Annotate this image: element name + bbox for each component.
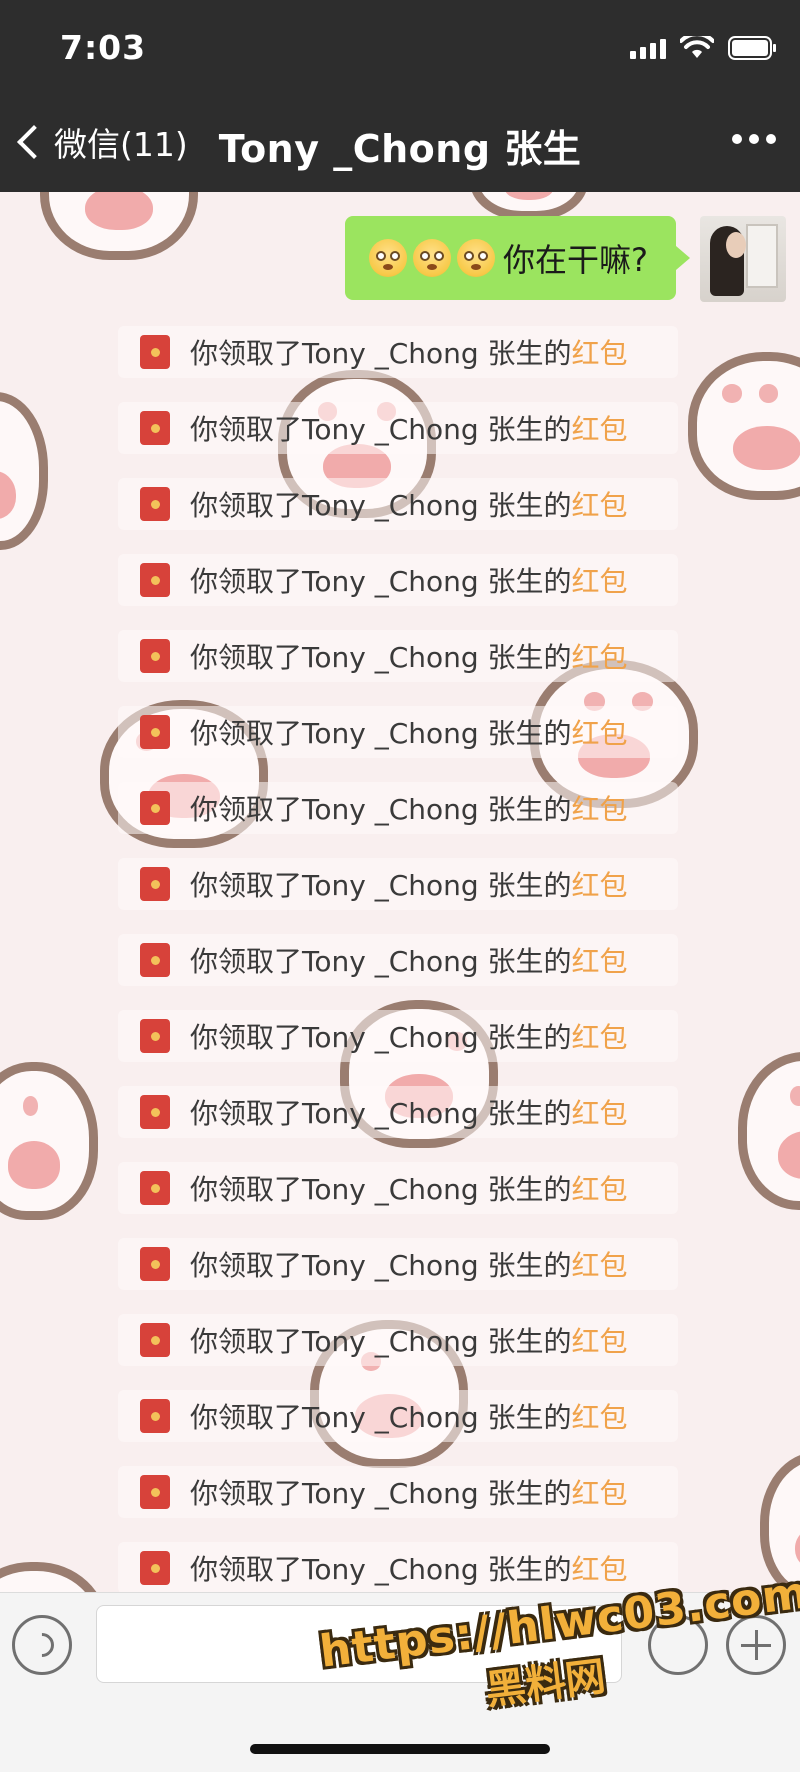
red-packet-icon xyxy=(140,411,170,445)
red-packet-link[interactable]: 红包 xyxy=(572,1548,628,1588)
red-packet-icon xyxy=(140,1551,170,1585)
notice-text: 你领取了Tony _Chong 张生的 xyxy=(190,1477,572,1510)
notice-text: 你领取了Tony _Chong 张生的 xyxy=(190,1021,572,1054)
more-options-icon[interactable] xyxy=(732,134,776,144)
voice-icon xyxy=(25,1628,59,1662)
home-indicator xyxy=(250,1744,550,1754)
wifi-icon xyxy=(680,36,714,60)
red-packet-link[interactable]: 红包 xyxy=(572,1244,628,1284)
notice-text: 你领取了Tony _Chong 张生的 xyxy=(190,565,572,598)
dizzy-face-emoji-icon xyxy=(457,239,495,277)
red-packet-icon xyxy=(140,1399,170,1433)
notice-text: 你领取了Tony _Chong 张生的 xyxy=(190,869,572,902)
red-packet-notice: 你领取了Tony _Chong 张生的 红包 xyxy=(118,554,678,606)
notice-text: 你领取了Tony _Chong 张生的 xyxy=(190,1249,572,1282)
red-packet-link[interactable]: 红包 xyxy=(572,1016,628,1056)
red-packet-link[interactable]: 红包 xyxy=(572,332,628,372)
red-packet-notice: 你领取了Tony _Chong 张生的 红包 xyxy=(118,934,678,986)
paw-wallpaper-icon xyxy=(0,1062,98,1220)
voice-input-button[interactable] xyxy=(12,1615,72,1675)
chat-area[interactable]: 你在干嘛? 你领取了Tony _Chong 张生的 红包 你领取了Tony _Ch… xyxy=(0,192,800,1592)
red-packet-icon xyxy=(140,867,170,901)
red-packet-icon xyxy=(140,563,170,597)
message-text: 你在干嘛? xyxy=(503,241,648,279)
red-packet-icon xyxy=(140,1247,170,1281)
red-packet-notice: 你领取了Tony _Chong 张生的 红包 xyxy=(118,1086,678,1138)
sent-message-row: 你在干嘛? xyxy=(345,216,786,302)
message-bubble[interactable]: 你在干嘛? xyxy=(345,216,690,300)
red-packet-notice: 你领取了Tony _Chong 张生的 红包 xyxy=(118,782,678,834)
red-packet-link[interactable]: 红包 xyxy=(572,940,628,980)
notice-text: 你领取了Tony _Chong 张生的 xyxy=(190,1325,572,1358)
wechat-chat-screen: 7:03 微信(11) Tony _Chong 张生 你在干嘛? 你领取了Ton… xyxy=(0,0,800,1772)
red-packet-link[interactable]: 红包 xyxy=(572,1396,628,1436)
notice-text: 你领取了Tony _Chong 张生的 xyxy=(190,413,572,446)
paw-wallpaper-icon xyxy=(760,1452,800,1592)
notice-text: 你领取了Tony _Chong 张生的 xyxy=(190,337,572,370)
red-packet-link[interactable]: 红包 xyxy=(572,1472,628,1512)
notice-text: 你领取了Tony _Chong 张生的 xyxy=(190,1173,572,1206)
red-packet-notice: 你领取了Tony _Chong 张生的 红包 xyxy=(118,1466,678,1518)
notice-text: 你领取了Tony _Chong 张生的 xyxy=(190,489,572,522)
notice-text: 你领取了Tony _Chong 张生的 xyxy=(190,1097,572,1130)
red-packet-link[interactable]: 红包 xyxy=(572,1168,628,1208)
status-icons xyxy=(630,36,778,60)
message-input[interactable] xyxy=(96,1605,622,1683)
notice-text: 你领取了Tony _Chong 张生的 xyxy=(190,1553,572,1586)
paw-wallpaper-icon xyxy=(0,1562,108,1592)
red-packet-icon xyxy=(140,943,170,977)
notice-text: 你领取了Tony _Chong 张生的 xyxy=(190,793,572,826)
input-bar xyxy=(0,1592,800,1772)
red-packet-icon xyxy=(140,1171,170,1205)
red-packet-link[interactable]: 红包 xyxy=(572,484,628,524)
red-packet-link[interactable]: 红包 xyxy=(572,1320,628,1360)
emoji-button[interactable] xyxy=(648,1615,708,1675)
notice-text: 你领取了Tony _Chong 张生的 xyxy=(190,717,572,750)
red-packet-icon xyxy=(140,1475,170,1509)
red-packet-notice: 你领取了Tony _Chong 张生的 红包 xyxy=(118,402,678,454)
red-packet-link[interactable]: 红包 xyxy=(572,408,628,448)
paw-wallpaper-icon xyxy=(40,192,198,260)
user-avatar[interactable] xyxy=(700,216,786,302)
battery-icon xyxy=(728,36,778,60)
red-packet-notice: 你领取了Tony _Chong 张生的 红包 xyxy=(118,1162,678,1214)
red-packet-notice: 你领取了Tony _Chong 张生的 红包 xyxy=(118,326,678,378)
red-packet-link[interactable]: 红包 xyxy=(572,864,628,904)
red-packet-notice: 你领取了Tony _Chong 张生的 红包 xyxy=(118,858,678,910)
red-packet-notice: 你领取了Tony _Chong 张生的 红包 xyxy=(118,1542,678,1592)
red-packet-link[interactable]: 红包 xyxy=(572,560,628,600)
red-packet-link[interactable]: 红包 xyxy=(572,636,628,676)
red-packet-notice: 你领取了Tony _Chong 张生的 红包 xyxy=(118,630,678,682)
red-packet-link[interactable]: 红包 xyxy=(572,712,628,752)
red-packet-icon xyxy=(140,1095,170,1129)
paw-wallpaper-icon xyxy=(738,1052,800,1210)
red-packet-icon xyxy=(140,487,170,521)
red-packet-icon xyxy=(140,1323,170,1357)
status-time: 7:03 xyxy=(60,28,147,67)
dizzy-face-emoji-icon xyxy=(369,239,407,277)
cellular-signal-icon xyxy=(630,37,666,59)
red-packet-icon xyxy=(140,791,170,825)
paw-wallpaper-icon xyxy=(0,392,48,550)
red-packet-notice: 你领取了Tony _Chong 张生的 红包 xyxy=(118,1010,678,1062)
notice-text: 你领取了Tony _Chong 张生的 xyxy=(190,945,572,978)
top-bar: 7:03 微信(11) Tony _Chong 张生 xyxy=(0,0,800,192)
red-packet-notice: 你领取了Tony _Chong 张生的 红包 xyxy=(118,1390,678,1442)
red-packet-icon xyxy=(140,335,170,369)
more-actions-plus-button[interactable] xyxy=(726,1615,786,1675)
dizzy-face-emoji-icon xyxy=(413,239,451,277)
paw-wallpaper-icon xyxy=(688,352,800,500)
red-packet-link[interactable]: 红包 xyxy=(572,1092,628,1132)
red-packet-notice: 你领取了Tony _Chong 张生的 红包 xyxy=(118,706,678,758)
red-packet-notice: 你领取了Tony _Chong 张生的 红包 xyxy=(118,478,678,530)
chat-title: Tony _Chong 张生 xyxy=(218,127,582,171)
notice-text: 你领取了Tony _Chong 张生的 xyxy=(190,641,572,674)
red-packet-icon xyxy=(140,639,170,673)
red-packet-notice: 你领取了Tony _Chong 张生的 红包 xyxy=(118,1314,678,1366)
notice-text: 你领取了Tony _Chong 张生的 xyxy=(190,1401,572,1434)
red-packet-icon xyxy=(140,1019,170,1053)
red-packet-link[interactable]: 红包 xyxy=(572,788,628,828)
red-packet-notice: 你领取了Tony _Chong 张生的 红包 xyxy=(118,1238,678,1290)
red-packet-icon xyxy=(140,715,170,749)
